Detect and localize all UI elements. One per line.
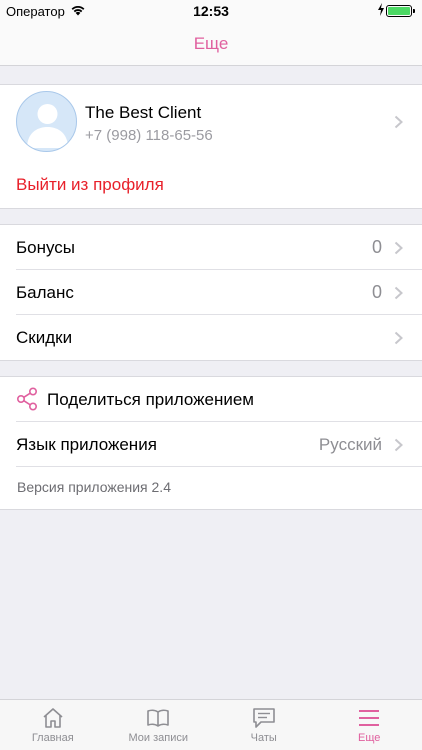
logout-button[interactable]: Выйти из профиля [0,163,422,208]
share-icon [16,387,38,411]
user-silhouette-icon [27,104,68,148]
clock-label: 12:53 [193,3,229,19]
tab-more-label: Еще [358,732,381,744]
nav-bar: Еще [0,22,422,66]
charging-icon [378,3,384,16]
page-title: Еще [193,34,229,53]
status-bar: Оператор 12:53 [0,0,422,22]
screen: Оператор 12:53 Еще The Best Client +7 (9… [0,0,422,750]
chevron-right-icon [394,438,403,452]
balance-value: 0 [371,282,382,302]
version-row: Версия приложения 2.4 [0,467,422,509]
book-icon [147,709,170,727]
chevron-right-icon [394,286,403,300]
tab-chats[interactable]: Чаты [211,700,317,750]
app-version-label: Версия приложения 2.4 [17,479,171,495]
language-label: Язык приложения [16,435,157,454]
tab-my-bookings-label: Мои записи [128,732,188,744]
chevron-right-icon [394,115,403,129]
settings-section: Поделиться приложением Язык приложения Р… [0,376,422,510]
profile-name: The Best Client [85,103,202,122]
share-app-label: Поделиться приложением [47,390,254,409]
bonuses-label: Бонусы [16,238,76,257]
avatar [16,91,77,152]
chevron-right-icon [394,331,403,345]
language-row[interactable]: Язык приложения Русский [0,422,422,467]
battery-icon [386,5,415,17]
chat-icon [252,708,275,728]
language-value: Русский [318,435,382,454]
tab-chats-label: Чаты [250,732,277,744]
discounts-label: Скидки [16,328,73,347]
tab-home-label: Главная [31,732,74,744]
profile-row[interactable]: The Best Client +7 (998) 118-65-56 [0,85,422,163]
tab-bar: Главная Мои записи Чаты Еще [0,699,422,750]
bonuses-value: 0 [371,237,382,257]
discounts-row[interactable]: Скидки [0,315,422,360]
logout-label: Выйти из профиля [16,175,164,194]
tab-my-bookings[interactable]: Мои записи [106,700,212,750]
balance-label: Баланс [16,283,74,302]
tab-more[interactable]: Еще [317,700,422,750]
home-icon [43,708,63,728]
tab-home[interactable]: Главная [0,700,106,750]
menu-icon [359,710,380,726]
balance-row[interactable]: Баланс 0 [0,270,422,315]
loyalty-section: Бонусы 0 Баланс 0 Скидки [0,224,422,361]
share-app-row[interactable]: Поделиться приложением [0,377,422,422]
chevron-right-icon [394,241,403,255]
profile-phone: +7 (998) 118-65-56 [85,127,213,144]
bonuses-row[interactable]: Бонусы 0 [0,225,422,270]
profile-section: The Best Client +7 (998) 118-65-56 Выйти… [0,84,422,209]
